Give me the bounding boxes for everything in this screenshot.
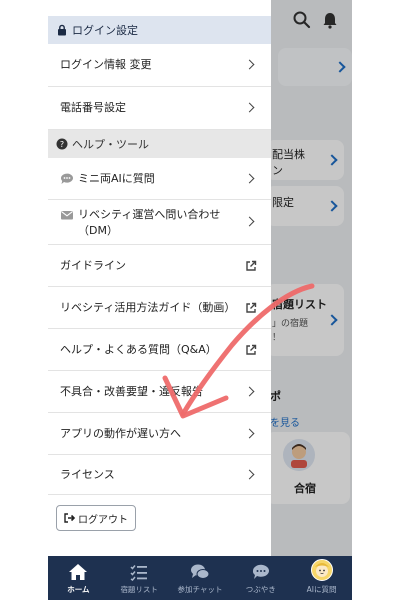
svg-text:?: ? (60, 140, 64, 149)
login-settings-header: ログイン設定 (48, 16, 271, 44)
menu-item-label: ヘルプ・よくある質問（Q&A） (60, 342, 217, 356)
menu-item-label: ガイドライン (60, 258, 126, 272)
menu-item-guideline[interactable]: ガイドライン (48, 245, 271, 287)
nav-label: ホーム (67, 585, 90, 594)
menu-item-phone-setting[interactable]: 電話番号設定 (48, 87, 271, 130)
mail-icon (61, 211, 73, 220)
phone-screen: 配当株 ン 限定 宿題リスト 」の宿題 ！ ポ を見る 合宿 ログイン設定 ログ… (48, 0, 352, 600)
external-link-icon (246, 302, 257, 313)
nav-home[interactable]: ホーム (48, 556, 109, 600)
nav-label: 宿題リスト (120, 585, 158, 594)
menu-item-contact-dm[interactable]: リベシティ運営へ問い合わせ（DM） (48, 200, 271, 245)
nav-homework-list[interactable]: 宿題リスト (109, 556, 170, 600)
nav-ask-ai[interactable]: AIに質問 (291, 556, 352, 600)
lock-icon (58, 24, 66, 36)
menu-item-login-info[interactable]: ログイン情報 変更 (48, 44, 271, 87)
nav-label: 参加チャット (177, 585, 223, 594)
home-icon (69, 564, 88, 580)
nav-chat[interactable]: 参加チャット (170, 556, 231, 600)
bottom-nav: ホーム 宿題リスト 参加チャット つぶやき AIに質問 (48, 556, 352, 600)
chat-bubble-icon (60, 173, 73, 184)
menu-item-label: 不具合・改善要望・違反報告 (60, 384, 203, 398)
menu-item-faq[interactable]: ヘルプ・よくある質問（Q&A） (48, 329, 271, 371)
checklist-icon (130, 565, 148, 581)
logout-button[interactable]: ログアウト (56, 505, 136, 531)
chat-icon (190, 564, 210, 579)
menu-item-label: ライセンス (60, 467, 115, 481)
menu-item-label: リベシティ運営へ問い合わせ（DM） (78, 208, 221, 237)
section-title: ヘルプ・ツール (72, 138, 149, 151)
menu-item-label: 電話番号設定 (60, 101, 126, 114)
logout-icon (64, 513, 76, 523)
menu-item-label: ログイン情報 変更 (60, 58, 152, 71)
help-circle-icon: ? (56, 138, 68, 150)
menu-item-label: アプリの動作が遅い方へ (60, 426, 181, 440)
external-link-icon (246, 260, 257, 271)
external-link-icon (246, 344, 257, 355)
menu-item-ask-ai[interactable]: ミニ両AIに質問 (48, 158, 271, 200)
menu-item-label: ミニ両AIに質問 (78, 171, 155, 185)
logout-label: ログアウト (78, 514, 128, 526)
menu-item-slow-app[interactable]: アプリの動作が遅い方へ (48, 413, 271, 455)
nav-label: AIに質問 (306, 585, 337, 594)
speech-bubble-icon (252, 564, 269, 579)
menu-item-label: リベシティ活用方法ガイド（動画） (60, 300, 236, 314)
section-title: ログイン設定 (72, 24, 138, 37)
menu-item-license[interactable]: ライセンス (48, 455, 271, 495)
nav-label: つぶやき (245, 585, 276, 594)
menu-item-bug-report[interactable]: 不具合・改善要望・違反報告 (48, 371, 271, 413)
ai-mascot-icon (310, 559, 333, 581)
nav-tweet[interactable]: つぶやき (230, 556, 291, 600)
side-drawer: ログイン設定 ログイン情報 変更 電話番号設定 ? ヘルプ・ツール ミニ両AIに… (48, 0, 271, 556)
help-tools-header: ? ヘルプ・ツール (48, 130, 271, 158)
menu-item-howto-guide[interactable]: リベシティ活用方法ガイド（動画） (48, 287, 271, 329)
